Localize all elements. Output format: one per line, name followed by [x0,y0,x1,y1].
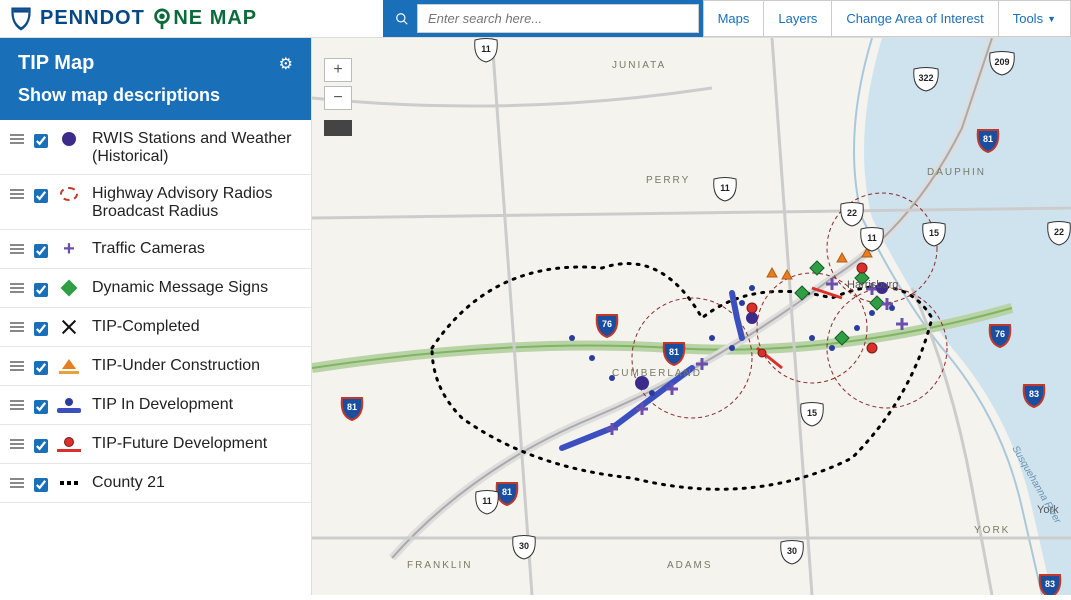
svg-text:76: 76 [995,329,1005,339]
layer-checkbox[interactable] [34,244,48,258]
map-svg: 76 76 81 81 81 83 83 81 22 11 322 11 11 … [312,38,1071,595]
layer-row-cameras: + Traffic Cameras [0,230,311,269]
drag-handle-icon[interactable] [10,355,24,371]
county-label: ADAMS [667,560,713,571]
svg-text:81: 81 [502,487,512,497]
layer-label[interactable]: RWIS Stations and Weather (Historical) [92,128,301,166]
layer-checkbox[interactable] [34,478,48,492]
svg-text:22: 22 [1054,227,1064,237]
logo-text: PENNDOT NE MAP [40,7,257,30]
layer-row-county: County 21 [0,464,311,503]
sidebar: TIP Map ⚙ Show map descriptions RWIS Sta… [0,38,312,595]
drag-handle-icon[interactable] [10,394,24,410]
layer-label[interactable]: County 21 [92,472,301,492]
layer-swatch [58,355,80,377]
nav-maps[interactable]: Maps [703,0,765,37]
layer-swatch [58,128,80,150]
svg-text:81: 81 [347,402,357,412]
search-icon [395,12,409,26]
full-extent-button[interactable] [324,120,352,136]
svg-text:30: 30 [787,546,797,556]
drag-handle-icon[interactable] [10,238,24,254]
layer-swatch [58,472,80,494]
top-nav: Maps Layers Change Area of Interest Tool… [703,0,1071,37]
search-input[interactable] [417,4,699,33]
layer-checkbox[interactable] [34,400,48,414]
layer-checkbox[interactable] [34,361,48,375]
layer-row-tip-future: TIP-Future Development [0,425,311,464]
zoom-in-button[interactable]: + [324,58,352,82]
map-canvas[interactable]: + − [312,38,1071,595]
drag-handle-icon[interactable] [10,277,24,293]
layer-label[interactable]: TIP-Under Construction [92,355,301,375]
drag-handle-icon[interactable] [10,128,24,144]
map-pin-icon [151,8,173,30]
svg-text:209: 209 [994,57,1009,67]
zoom-out-button[interactable]: − [324,86,352,110]
layer-label[interactable]: Traffic Cameras [92,238,301,258]
nav-area-of-interest[interactable]: Change Area of Interest [832,0,998,37]
drag-handle-icon[interactable] [10,472,24,488]
county-label: DAUPHIN [927,167,986,178]
svg-text:22: 22 [847,208,857,218]
drag-handle-icon[interactable] [10,183,24,199]
penndot-shield-icon [10,6,32,32]
svg-text:322: 322 [918,73,933,83]
layer-label[interactable]: Dynamic Message Signs [92,277,301,297]
svg-text:11: 11 [482,496,492,506]
layer-checkbox[interactable] [34,283,48,297]
layer-swatch: + [58,238,80,260]
layer-checkbox[interactable] [34,134,48,148]
svg-text:81: 81 [983,134,993,144]
layer-swatch [58,433,80,455]
county-label: YORK [974,525,1010,536]
layer-row-tip-in-development: TIP In Development [0,386,311,425]
sidebar-header: TIP Map ⚙ Show map descriptions [0,38,311,120]
layer-swatch [58,394,80,416]
svg-text:11: 11 [867,233,877,243]
svg-text:15: 15 [929,228,939,238]
gear-icon[interactable]: ⚙ [279,54,293,74]
layer-swatch [58,316,80,338]
svg-text:15: 15 [807,408,817,418]
county-label: CUMBERLAND [612,368,702,379]
drag-handle-icon[interactable] [10,433,24,449]
layer-row-har: Highway Advisory Radios Broadcast Radius [0,175,311,230]
county-label: JUNIATA [612,60,666,71]
svg-text:11: 11 [720,183,730,193]
layer-label[interactable]: TIP-Future Development [92,433,301,453]
nav-layers[interactable]: Layers [764,0,832,37]
layer-row-tip-completed: TIP-Completed [0,308,311,347]
county-label: FRANKLIN [407,560,472,571]
layer-checkbox[interactable] [34,322,48,336]
logo-area: PENNDOT NE MAP [0,0,383,37]
layer-swatch [58,183,80,205]
svg-text:11: 11 [481,44,491,54]
svg-text:81: 81 [669,347,679,357]
sidebar-title: TIP Map [18,52,94,75]
county-label: PERRY [646,175,690,186]
layer-row-dms: Dynamic Message Signs [0,269,311,308]
layer-checkbox[interactable] [34,439,48,453]
nav-tools[interactable]: Tools▼ [999,0,1071,37]
drag-handle-icon[interactable] [10,316,24,332]
svg-text:76: 76 [602,319,612,329]
layer-label[interactable]: TIP In Development [92,394,301,414]
layer-row-rwis: RWIS Stations and Weather (Historical) [0,120,311,175]
show-descriptions-toggle[interactable]: Show map descriptions [18,85,293,106]
layer-label[interactable]: Highway Advisory Radios Broadcast Radius [92,183,301,221]
layers-list: RWIS Stations and Weather (Historical) H… [0,120,311,595]
caret-down-icon: ▼ [1047,14,1056,24]
svg-text:30: 30 [519,541,529,551]
svg-text:83: 83 [1029,389,1039,399]
city-label: Harrisburg [847,279,898,291]
layer-swatch [58,277,80,299]
search-button[interactable] [387,4,417,33]
layer-label[interactable]: TIP-Completed [92,316,301,336]
layer-row-tip-under-construction: TIP-Under Construction [0,347,311,386]
layer-checkbox[interactable] [34,189,48,203]
svg-text:83: 83 [1045,579,1055,589]
